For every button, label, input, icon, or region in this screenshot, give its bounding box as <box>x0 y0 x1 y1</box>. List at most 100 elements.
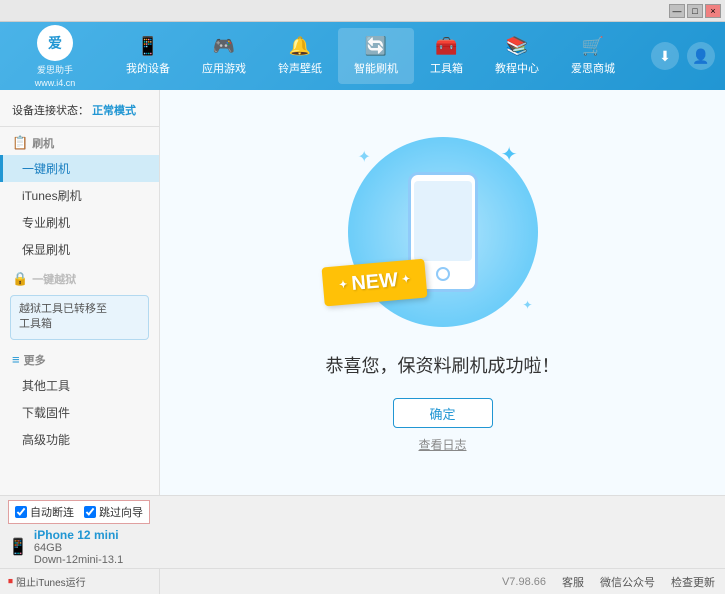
flash-section-label: 刷机 <box>32 135 54 151</box>
smart-flash-icon: 🔄 <box>365 36 387 57</box>
advanced-label: 高级功能 <box>22 433 70 447</box>
nav-items: 📱 我的设备 🎮 应用游戏 🔔 铃声壁纸 🔄 智能刷机 🧰 工具箱 📚 教程中心… <box>100 28 641 84</box>
device-details: iPhone 12 mini 64GB Down-12mini-13.1 <box>34 528 123 566</box>
minimize-button[interactable]: — <box>669 4 685 18</box>
status-value: 正常模式 <box>92 105 136 117</box>
title-bar: — □ × <box>0 0 725 22</box>
smart-flash-label: 智能刷机 <box>354 60 398 76</box>
my-device-icon: 📱 <box>137 36 159 57</box>
sparkle-3-icon: ✦ <box>522 298 532 312</box>
device-status: 设备连接状态： 正常模式 <box>0 98 159 127</box>
section-jailbreak: 🔒 一键越狱 <box>0 267 159 291</box>
footer-left: ⏹ 阻止iTunes运行 <box>0 569 160 594</box>
other-tools-label: 其他工具 <box>22 379 70 393</box>
device-info-row: 📱 iPhone 12 mini 64GB Down-12mini-13.1 <box>0 526 725 568</box>
tutorial-label: 教程中心 <box>495 60 539 76</box>
wechat-link[interactable]: 微信公众号 <box>600 574 655 590</box>
check-update-link[interactable]: 检查更新 <box>671 574 715 590</box>
view-log-link[interactable]: 查看日志 <box>418 436 466 453</box>
top-navigation: 爱 爱思助手 www.i4.cn 📱 我的设备 🎮 应用游戏 🔔 铃声壁纸 🔄 … <box>0 22 725 90</box>
sidebar-item-save-flash[interactable]: 保显刷机 <box>0 236 159 263</box>
device-phone-icon: 📱 <box>8 537 28 557</box>
apps-games-label: 应用游戏 <box>202 60 246 76</box>
my-device-label: 我的设备 <box>126 60 170 76</box>
nav-smart-flash[interactable]: 🔄 智能刷机 <box>338 28 414 84</box>
footer-right: V7.98.66 客服 微信公众号 检查更新 <box>492 574 725 590</box>
nav-right-buttons: ⬇ 👤 <box>651 42 715 70</box>
sidebar-item-advanced[interactable]: 高级功能 <box>0 426 159 453</box>
nav-my-device[interactable]: 📱 我的设备 <box>110 28 186 84</box>
one-click-flash-label: 一键刷机 <box>22 162 70 176</box>
customer-service-link[interactable]: 客服 <box>562 574 584 590</box>
jailbreak-section-label: 一键越狱 <box>32 271 76 287</box>
user-button[interactable]: 👤 <box>687 42 715 70</box>
footer-bar: ⏹ 阻止iTunes运行 V7.98.66 客服 微信公众号 检查更新 <box>0 568 725 594</box>
stop-itunes-btn[interactable]: ⏹ 阻止iTunes运行 <box>8 574 86 589</box>
sidebar-item-download-firmware[interactable]: 下载固件 <box>0 399 159 426</box>
checkboxes-row: 自动断连 跳过向导 <box>0 496 725 526</box>
auto-connect-checkbox-label[interactable]: 自动断连 <box>15 504 74 520</box>
device-name: iPhone 12 mini <box>34 528 123 542</box>
device-storage: 64GB <box>34 542 123 554</box>
logo-name: 爱思助手 <box>37 63 73 76</box>
version-text: V7.98.66 <box>502 576 546 588</box>
phone-screen <box>414 181 472 261</box>
logo-area[interactable]: 爱 爱思助手 www.i4.cn <box>10 25 100 88</box>
toolbox-label: 工具箱 <box>430 60 463 76</box>
nav-apps-games[interactable]: 🎮 应用游戏 <box>186 28 262 84</box>
nav-ringtones[interactable]: 🔔 铃声壁纸 <box>262 28 338 84</box>
sparkle-2-icon: ✦ <box>501 142 518 167</box>
jailbreak-notice: 越狱工具已转移至工具箱 <box>10 295 149 340</box>
content-area: NEW ✦ ✦ ✦ 恭喜您，保资料刷机成功啦！ 确定 查看日志 <box>160 90 725 495</box>
sidebar-item-pro-flash[interactable]: 专业刷机 <box>0 209 159 236</box>
phone-home-button <box>436 267 450 281</box>
nav-toolbox[interactable]: 🧰 工具箱 <box>414 28 479 84</box>
itunes-flash-label: iTunes刷机 <box>22 189 82 203</box>
toolbox-icon: 🧰 <box>435 36 457 57</box>
stop-icon: ⏹ <box>8 576 13 587</box>
sidebar: 设备连接状态： 正常模式 📋 刷机 一键刷机 iTunes刷机 专业刷机 保显刷… <box>0 90 160 495</box>
fans-city-icon: 🛒 <box>582 36 604 57</box>
ringtones-label: 铃声壁纸 <box>278 60 322 76</box>
checkbox-container: 自动断连 跳过向导 <box>8 500 150 524</box>
phone-illustration: NEW ✦ ✦ ✦ <box>343 132 543 332</box>
save-flash-label: 保显刷机 <box>22 243 70 257</box>
device-firmware: Down-12mini-13.1 <box>34 554 123 566</box>
stop-itunes-label: 阻止iTunes运行 <box>16 574 86 589</box>
skip-wizard-checkbox-label[interactable]: 跳过向导 <box>84 504 143 520</box>
skip-wizard-checkbox[interactable] <box>84 506 96 518</box>
logo-url: www.i4.cn <box>35 78 76 88</box>
fans-city-label: 爱思商城 <box>571 60 615 76</box>
sidebar-item-itunes-flash[interactable]: iTunes刷机 <box>0 182 159 209</box>
more-section-icon: ≡ <box>12 352 20 367</box>
sidebar-item-other-tools[interactable]: 其他工具 <box>0 372 159 399</box>
main-area: 设备连接状态： 正常模式 📋 刷机 一键刷机 iTunes刷机 专业刷机 保显刷… <box>0 90 725 495</box>
jailbreak-section-icon: 🔒 <box>12 271 28 287</box>
flash-section-icon: 📋 <box>12 135 28 151</box>
logo-icon: 爱 <box>37 25 73 61</box>
more-section-label: 更多 <box>24 352 46 368</box>
apps-games-icon: 🎮 <box>213 36 235 57</box>
nav-fans-city[interactable]: 🛒 爱思商城 <box>555 28 631 84</box>
window-controls[interactable]: — □ × <box>669 4 721 18</box>
sidebar-item-one-click-flash[interactable]: 一键刷机 <box>0 155 159 182</box>
maximize-button[interactable]: □ <box>687 4 703 18</box>
success-text: 恭喜您，保资料刷机成功啦！ <box>326 352 560 378</box>
ringtones-icon: 🔔 <box>289 36 311 57</box>
status-label: 设备连接状态： <box>12 105 89 117</box>
auto-connect-checkbox[interactable] <box>15 506 27 518</box>
tutorial-icon: 📚 <box>506 36 528 57</box>
section-more: ≡ 更多 <box>0 348 159 372</box>
pro-flash-label: 专业刷机 <box>22 216 70 230</box>
close-button[interactable]: × <box>705 4 721 18</box>
confirm-button[interactable]: 确定 <box>393 398 493 428</box>
sparkle-1-icon: ✦ <box>358 147 371 167</box>
download-firmware-label: 下载固件 <box>22 406 70 420</box>
nav-tutorial[interactable]: 📚 教程中心 <box>479 28 555 84</box>
bottom-section: 自动断连 跳过向导 📱 iPhone 12 mini 64GB Down-12m… <box>0 495 725 585</box>
jailbreak-notice-text: 越狱工具已转移至工具箱 <box>19 303 107 330</box>
skip-wizard-label: 跳过向导 <box>99 504 143 520</box>
download-button[interactable]: ⬇ <box>651 42 679 70</box>
section-flash: 📋 刷机 <box>0 131 159 155</box>
auto-connect-label: 自动断连 <box>30 504 74 520</box>
